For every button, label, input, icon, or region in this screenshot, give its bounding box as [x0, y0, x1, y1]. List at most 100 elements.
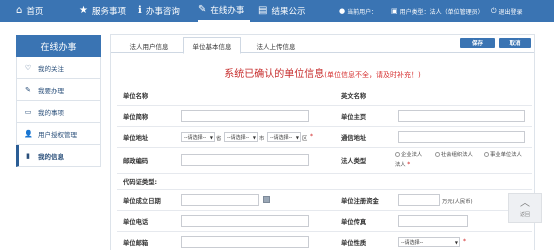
id-card-icon: ▣	[391, 7, 398, 15]
cancel-button[interactable]: 取消	[499, 38, 531, 48]
postal-code-input[interactable]	[181, 154, 309, 166]
nav-online-label: 在线办事	[210, 6, 245, 16]
nav-services[interactable]: ★ 服务事项	[79, 0, 126, 22]
postal-code-label: 邮政编码	[123, 158, 149, 165]
user-type: ▣ 用户类型：法人（单位管理员）	[391, 0, 484, 22]
current-user-label: 当前用户：	[347, 8, 378, 16]
legal-type-enterprise-label: 企业法人	[401, 152, 423, 158]
district-select[interactable]: --请选择-- ▼	[267, 132, 301, 142]
unit-nature-select[interactable]: --请选择-- ▼	[398, 237, 460, 247]
required-mark: *	[310, 133, 313, 140]
nav-consult[interactable]: ℹ 办事咨询	[138, 0, 180, 22]
unit-fax-label: 单位传真	[341, 219, 367, 226]
folder-icon: ▭	[24, 107, 32, 116]
heart-icon: ♡	[24, 63, 32, 72]
form-row: 邮政编码 法人类型 企业法人 社会组织法人 事业单位法人 法人 *	[117, 148, 532, 174]
tab-legal-user-info[interactable]: 法人用户信息	[119, 37, 179, 54]
user-icon: 👤	[24, 129, 33, 138]
province-unit: 省	[216, 136, 222, 142]
chevron-up-icon: ︿	[520, 197, 530, 209]
unit-address-label: 单位地址	[123, 135, 149, 142]
legal-type-second-line-label: 法人	[395, 162, 406, 168]
radio-icon	[484, 152, 489, 157]
english-name-label: 英文名称	[341, 93, 367, 100]
form-row: 单位简称 单位主页	[117, 106, 532, 127]
info-card-icon: ▮	[26, 151, 30, 160]
legal-type-second-line: 法人 *	[395, 160, 410, 168]
nav-results[interactable]: ▤ 结果公示	[258, 0, 305, 22]
unit-phone-input[interactable]	[181, 215, 309, 227]
required-mark: *	[407, 161, 411, 168]
unit-nature-label: 单位性质	[341, 240, 367, 247]
pencil-icon: ✎	[25, 85, 31, 94]
legal-type-institution[interactable]: 事业单位法人	[484, 150, 522, 158]
sidebar-item-auth[interactable]: 👤 用户授权管理	[16, 123, 101, 145]
unit-homepage-input[interactable]	[398, 110, 525, 122]
info-icon: ℹ	[138, 5, 142, 16]
reg-capital-input[interactable]	[398, 194, 440, 206]
unit-email-label: 单位邮箱	[123, 240, 149, 247]
required-mark: *	[463, 238, 466, 245]
sidebar-item-my-info[interactable]: ▮ 我的信息	[16, 145, 101, 167]
found-date-label: 单位成立日期	[123, 198, 161, 205]
chevron-down-icon: ▼	[454, 239, 458, 245]
sidebar-item-apply[interactable]: ✎ 我要办理	[16, 79, 101, 101]
unit-name-label: 单位名称	[123, 93, 149, 100]
nav-home[interactable]: ⌂ 首页	[16, 0, 43, 22]
nav-home-label: 首页	[26, 7, 44, 17]
home-icon: ⌂	[16, 5, 23, 16]
legal-type-social[interactable]: 社会组织法人	[435, 150, 473, 158]
nav-results-label: 结果公示	[271, 7, 306, 17]
unit-short-input[interactable]	[181, 110, 309, 122]
legal-type-social-label: 社会组织法人	[441, 152, 473, 158]
form-row: 单位成立日期 单位注册资金 万元(人民币)	[117, 190, 532, 211]
comm-address-label: 通信地址	[341, 135, 367, 142]
logout-link[interactable]: ⏻ 退出登录	[491, 0, 523, 22]
province-select-value: --请选择--	[184, 134, 207, 141]
page-title: 系统已确认的单位信息(单位信息不全，请及时补充！)	[111, 65, 534, 80]
tab-unit-basic-info[interactable]: 单位基本信息	[183, 37, 241, 54]
content-panel: 法人用户信息 单位基本信息 法人上传信息 保存 取消 系统已确认的单位信息(单位…	[110, 34, 535, 250]
unit-email-input[interactable]	[181, 236, 309, 248]
current-user: ● 当前用户：	[339, 0, 377, 22]
unit-short-label: 单位简称	[123, 114, 149, 121]
sidebar-item-label: 我要办理	[38, 86, 64, 95]
logout-label: 退出登录	[498, 8, 523, 16]
legal-type-institution-label: 事业单位法人	[490, 152, 522, 158]
pencil-icon: ✎	[198, 4, 207, 15]
province-select[interactable]: --请选择-- ▼	[181, 132, 215, 142]
legal-type-label: 法人类型	[341, 158, 367, 165]
star-icon: ★	[79, 5, 88, 16]
sidebar-item-my-items[interactable]: ▭ 我的事项	[16, 101, 101, 123]
sidebar-item-favorites[interactable]: ♡ 我的关注	[16, 57, 101, 79]
legal-type-enterprise[interactable]: 企业法人	[395, 150, 422, 158]
comm-address-input[interactable]	[398, 131, 525, 143]
sidebar-item-label: 用户授权管理	[38, 130, 77, 139]
tab-legal-upload-info[interactable]: 法人上传信息	[247, 37, 305, 54]
sidebar-title: 在线办事	[16, 35, 101, 57]
capital-unit: 万元(人民币)	[442, 199, 473, 205]
back-to-top-label: 返回	[519, 211, 530, 218]
document-icon: ▤	[258, 5, 268, 16]
logout-icon: ⏻	[491, 6, 497, 15]
save-button[interactable]: 保存	[460, 38, 495, 48]
found-date-input[interactable]	[181, 194, 259, 206]
top-nav-bar: ⌂ 首页 ★ 服务事项 ℹ 办事咨询 ✎ 在线办事 ▤ 结果公示 ● 当前用户：…	[0, 0, 554, 22]
unit-homepage-label: 单位主页	[341, 114, 367, 121]
nav-services-label: 服务事项	[91, 7, 126, 17]
nav-online[interactable]: ✎ 在线办事	[198, 0, 250, 22]
nav-consult-label: 办事咨询	[145, 7, 180, 17]
form-row: 单位名称 英文名称	[117, 85, 532, 106]
city-select[interactable]: --请选择-- ▼	[224, 132, 258, 142]
city-select-value: --请选择--	[227, 134, 250, 141]
back-to-top-button[interactable]: ︿ 返回	[508, 193, 542, 223]
chevron-down-icon: ▼	[209, 134, 213, 140]
radio-icon	[395, 152, 400, 157]
unit-fax-input[interactable]	[398, 215, 468, 227]
calendar-icon[interactable]	[263, 196, 270, 203]
form-row: 单位邮箱 单位性质 --请选择-- ▼ *	[117, 232, 532, 250]
chevron-down-icon: ▼	[252, 134, 256, 140]
unit-phone-label: 单位电话	[123, 219, 149, 226]
district-select-value: --请选择--	[270, 134, 293, 141]
form-row: 代码证类型:	[117, 174, 532, 190]
